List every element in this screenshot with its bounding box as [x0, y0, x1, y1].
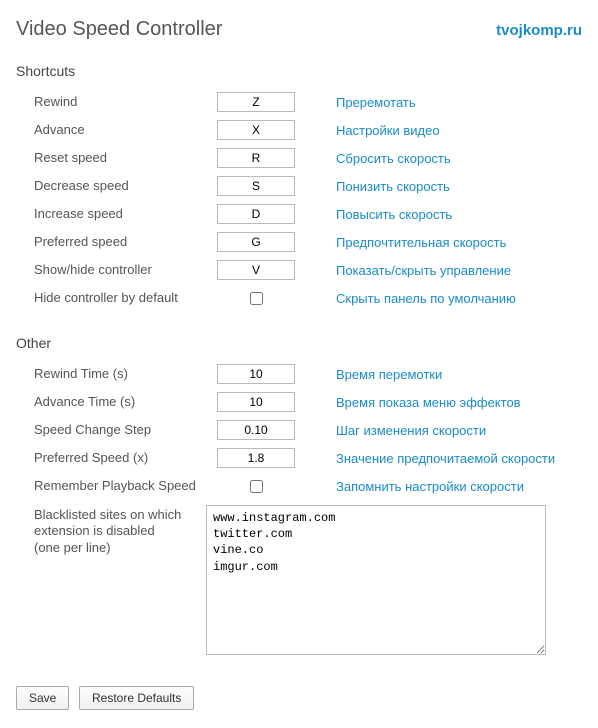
checkbox-hidedefault[interactable] [250, 292, 263, 305]
label-showhide: Show/hide controller [16, 262, 206, 278]
label-rewind: Rewind [16, 94, 206, 110]
hint-step: Шаг изменения скорости [306, 423, 582, 438]
textarea-blacklist[interactable] [206, 505, 546, 655]
input-step[interactable] [217, 420, 295, 440]
hint-pref-speed: Значение предпочитаемой скорости [306, 451, 582, 466]
input-decrease-key[interactable] [217, 176, 295, 196]
hint-showhide: Показать/скрыть управление [306, 263, 582, 278]
restore-defaults-button[interactable]: Restore Defaults [79, 686, 194, 710]
input-advance-key[interactable] [217, 120, 295, 140]
input-rewind-time[interactable] [217, 364, 295, 384]
checkbox-remember[interactable] [250, 480, 263, 493]
label-blacklist: Blacklisted sites on which extension is … [16, 505, 206, 556]
input-showhide-key[interactable] [217, 260, 295, 280]
section-shortcuts: Shortcuts [16, 63, 582, 79]
input-pref-speed[interactable] [217, 448, 295, 468]
hint-reset: Сбросить скорость [306, 151, 582, 166]
save-button[interactable]: Save [16, 686, 69, 710]
section-other: Other [16, 335, 582, 351]
hint-rewind-time: Время перемотки [306, 367, 582, 382]
brand-link[interactable]: tvojkomp.ru [496, 22, 582, 39]
hint-remember: Запомнить настройки скорости [306, 479, 582, 494]
label-hidedefault: Hide controller by default [16, 290, 206, 306]
label-rewind-time: Rewind Time (s) [16, 366, 206, 382]
label-step: Speed Change Step [16, 422, 206, 438]
hint-hidedefault: Скрыть панель по умолчанию [306, 291, 582, 306]
input-preferred-key[interactable] [217, 232, 295, 252]
label-preferred: Preferred speed [16, 234, 206, 250]
hint-advance-time: Время показа меню эффектов [306, 395, 582, 410]
hint-increase: Повысить скорость [306, 207, 582, 222]
hint-rewind: Преремотать [306, 95, 582, 110]
hint-decrease: Понизить скорость [306, 179, 582, 194]
hint-preferred: Предпочтительная скорость [306, 235, 582, 250]
input-rewind-key[interactable] [217, 92, 295, 112]
label-increase: Increase speed [16, 206, 206, 222]
input-increase-key[interactable] [217, 204, 295, 224]
label-advance-time: Advance Time (s) [16, 394, 206, 410]
label-reset: Reset speed [16, 150, 206, 166]
label-advance: Advance [16, 122, 206, 138]
label-decrease: Decrease speed [16, 178, 206, 194]
input-advance-time[interactable] [217, 392, 295, 412]
hint-advance: Настройки видео [306, 123, 582, 138]
page-title: Video Speed Controller [16, 18, 222, 41]
input-reset-key[interactable] [217, 148, 295, 168]
label-pref-speed: Preferred Speed (x) [16, 450, 206, 466]
label-remember: Remember Playback Speed [16, 478, 206, 494]
